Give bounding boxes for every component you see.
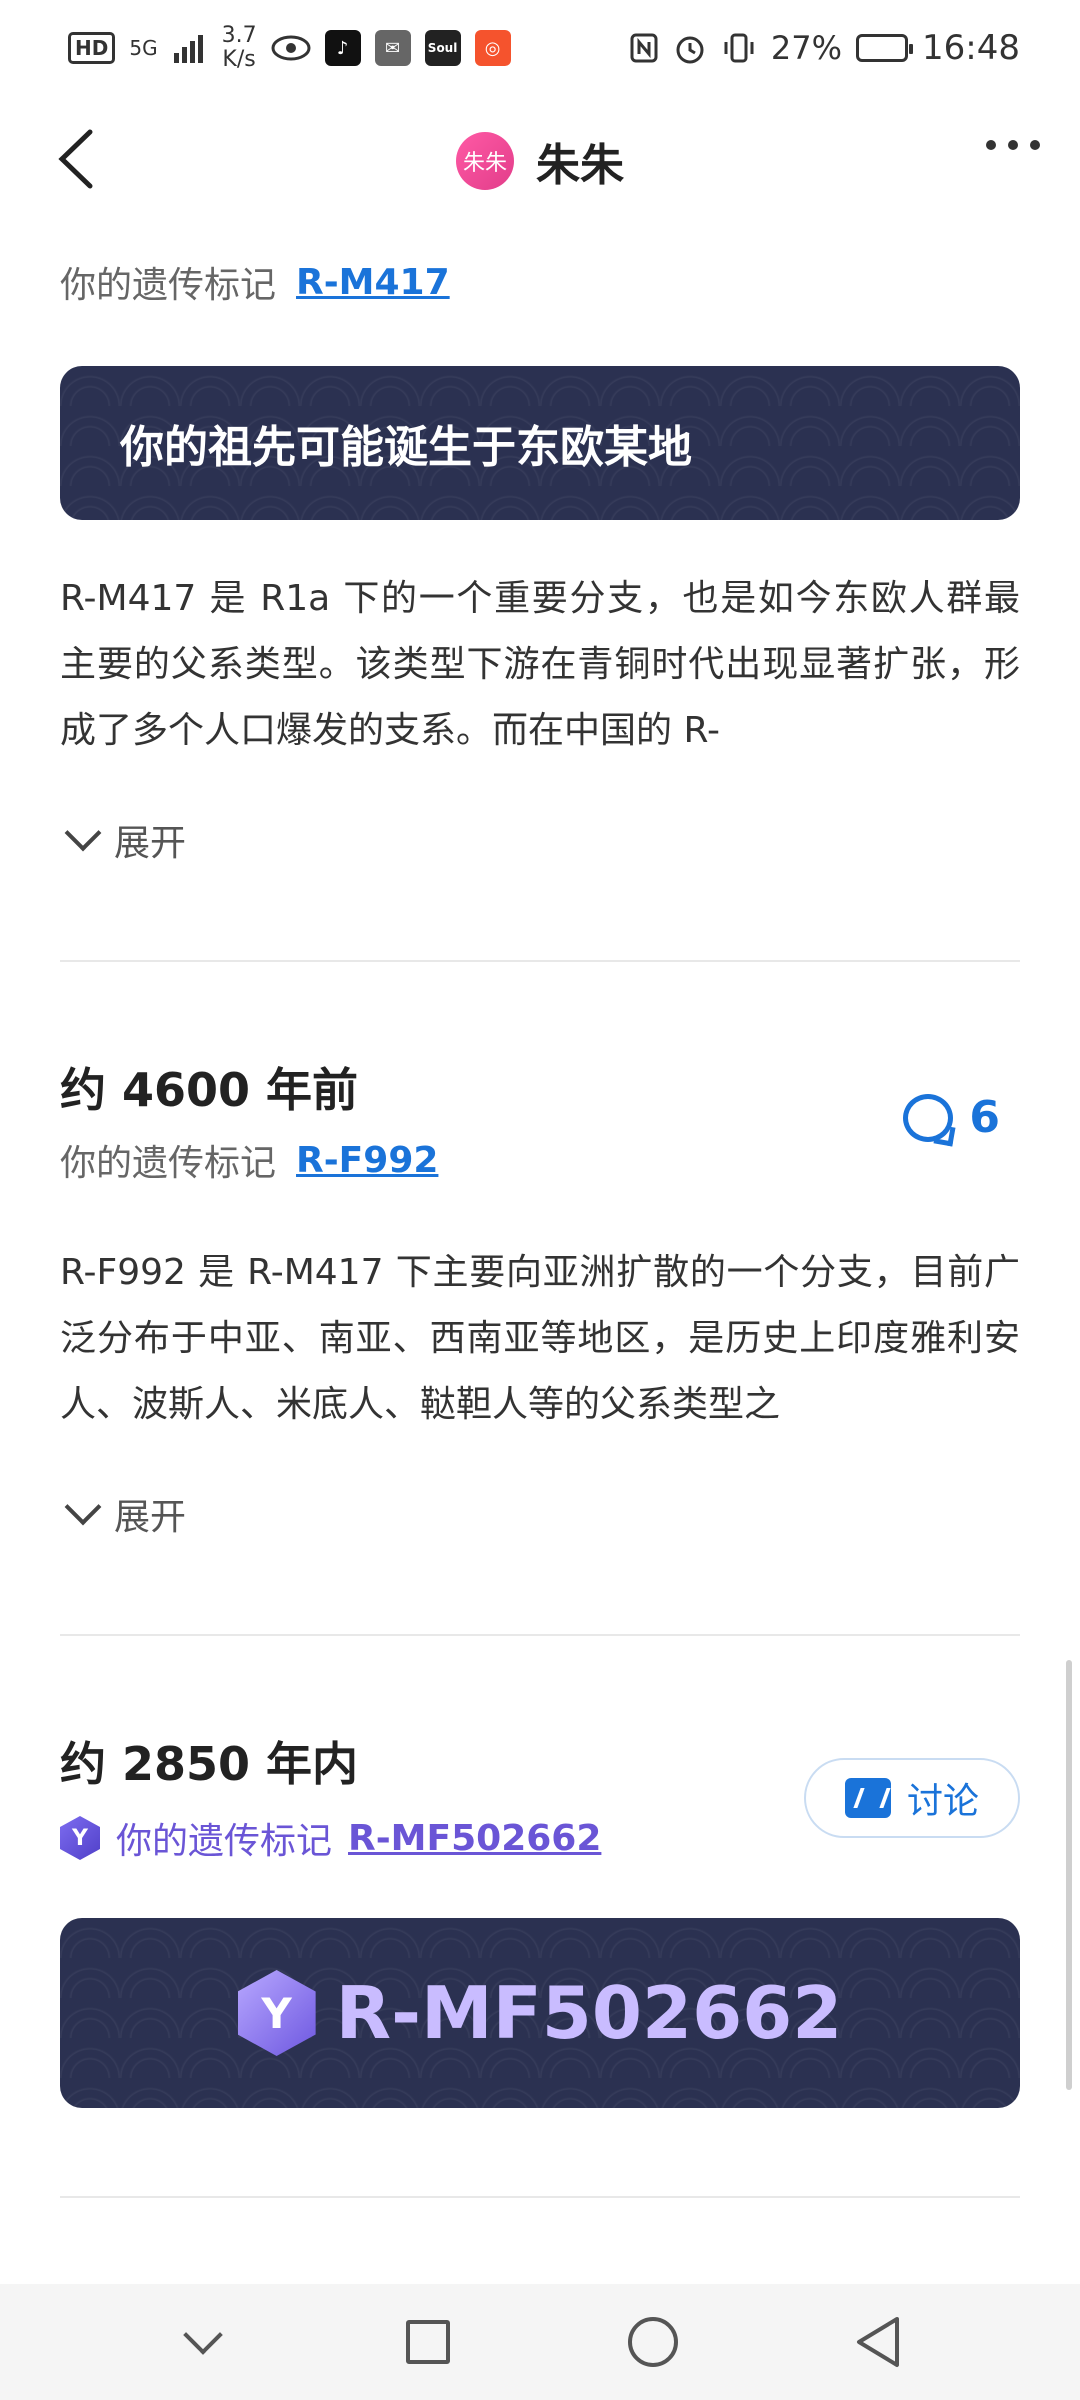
description-paragraph: R-M417 是 R1a 下的一个重要分支，也是如今东欧人群最主要的父系类型。该… [60, 578, 1020, 751]
hide-nav-button[interactable] [173, 2312, 233, 2372]
nfc-icon [630, 33, 658, 63]
marker-label: 你的遗传标记 [60, 265, 277, 306]
back-icon[interactable] [50, 124, 110, 194]
recents-button[interactable] [398, 2312, 458, 2372]
circle-icon [627, 2317, 678, 2367]
comment-button[interactable]: 6 [903, 1092, 1000, 1143]
marker-label: 你的遗传标记 [116, 1821, 333, 1862]
marker-link[interactable]: R-M417 [296, 262, 450, 303]
home-button[interactable] [623, 2312, 683, 2372]
battery-icon [856, 34, 914, 62]
signal-icon [173, 35, 203, 63]
section-title: 约 4600 年前 [60, 1063, 359, 1117]
marker-link[interactable]: R-MF502662 [348, 1818, 601, 1859]
soul-icon: Soul [424, 30, 461, 66]
scrollbar[interactable] [1066, 1660, 1072, 2090]
divider [60, 1634, 1020, 1636]
square-icon [405, 2320, 450, 2364]
discuss-button[interactable]: 讨论 [804, 1758, 1020, 1838]
description-paragraph: R-F992 是 R-M417 下主要向亚洲扩散的一个分支，目前广泛分布于中亚、… [60, 1252, 1020, 1425]
expand-button[interactable]: 展开 [64, 814, 187, 866]
y-badge-icon: Y [237, 1970, 316, 2056]
clock: 16:48 [922, 28, 1020, 68]
top-nav: 朱朱 朱朱 [0, 96, 1080, 226]
more-icon[interactable] [986, 140, 1040, 150]
banner-code: R-MF502662 [335, 1971, 843, 2055]
chevron-down-icon [182, 2315, 223, 2355]
discuss-icon [844, 1778, 891, 1818]
page-title: 朱朱 [536, 140, 624, 191]
alarm-icon [676, 36, 704, 64]
back-button[interactable] [848, 2312, 908, 2372]
comment-count: 6 [969, 1092, 1000, 1143]
speed-unit: K/s [222, 47, 256, 72]
hd-indicator: HD [68, 32, 116, 64]
chevron-down-icon [64, 814, 102, 852]
expand-label: 展开 [114, 1497, 187, 1538]
eye-icon [271, 35, 311, 61]
marker-line: 你的遗传标记 R-F992 [60, 1134, 438, 1186]
marker-line: Y 你的遗传标记 R-MF502662 [60, 1812, 601, 1864]
section-title: 约 2850 年内 [60, 1737, 359, 1791]
wechat-icon: ✉ [374, 30, 411, 66]
ancestor-banner: 你的祖先可能诞生于东欧某地 [60, 366, 1020, 520]
expand-label: 展开 [114, 823, 187, 864]
haplogroup-banner: Y R-MF502662 [60, 1918, 1020, 2108]
red-app-icon: ◎ [474, 30, 511, 66]
y-badge-icon: Y [60, 1816, 100, 1860]
tiktok-icon: ♪ [324, 30, 361, 66]
vibrate-icon [724, 33, 754, 63]
network-indicator: 5G [129, 36, 158, 60]
network-speed: 3.7 K/s [222, 24, 257, 72]
system-nav-bar [0, 2284, 1080, 2400]
status-bar: HD 5G 3.7 K/s ♪ ✉ Soul ◎ 27% 16:48 [0, 0, 1080, 96]
divider [60, 960, 1020, 962]
battery-percent: 27% [770, 29, 843, 67]
divider [60, 2196, 1020, 2198]
marker-label: 你的遗传标记 [60, 1143, 277, 1184]
avatar[interactable]: 朱朱 [456, 132, 514, 190]
nav-title-group[interactable]: 朱朱 朱朱 [456, 129, 624, 193]
expand-button[interactable]: 展开 [64, 1488, 187, 1540]
triangle-back-icon [856, 2317, 899, 2367]
marker-link[interactable]: R-F992 [296, 1140, 438, 1181]
speed-value: 3.7 [221, 23, 257, 48]
banner-text: 你的祖先可能诞生于东欧某地 [120, 422, 692, 473]
chevron-down-icon [64, 1488, 102, 1526]
marker-line: 你的遗传标记 R-M417 [60, 256, 450, 308]
discuss-label: 讨论 [906, 1781, 979, 1822]
comment-icon [903, 1093, 954, 1142]
